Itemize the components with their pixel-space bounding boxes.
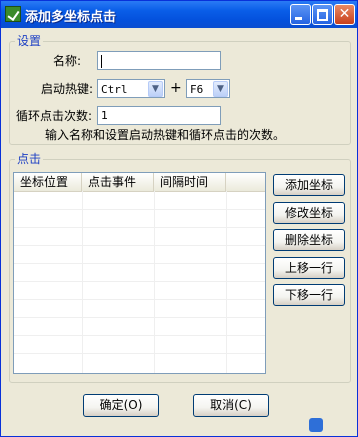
title-bar[interactable]: 添加多坐标点击 ✕ xyxy=(1,1,357,28)
grid-line xyxy=(14,299,265,300)
column-header-event[interactable]: 点击事件 xyxy=(82,173,154,191)
cancel-button[interactable]: 取消(C) xyxy=(193,394,269,417)
grid-line xyxy=(14,317,265,318)
column-header-interval[interactable]: 间隔时间 xyxy=(154,173,226,191)
settings-hint: 输入名称和设置启动热键和循环点击的次数。 xyxy=(45,128,286,142)
grid-line xyxy=(154,191,155,373)
grid-line xyxy=(14,281,265,282)
list-header: 坐标位置 点击事件 间隔时间 xyxy=(14,173,265,192)
grid-line xyxy=(82,191,83,373)
minimize-button[interactable] xyxy=(290,4,311,25)
grid-line xyxy=(14,335,265,336)
text-caret xyxy=(101,55,102,68)
hotkey-modifier-value: Ctrl xyxy=(101,83,128,96)
coordinate-list[interactable]: 坐标位置 点击事件 间隔时间 xyxy=(13,172,266,374)
plus-sign: + xyxy=(170,80,182,96)
window-title: 添加多坐标点击 xyxy=(25,10,117,25)
delete-coordinate-button[interactable]: 删除坐标 xyxy=(273,229,345,251)
hotkey-key-select[interactable]: F6 ▼ xyxy=(186,79,230,98)
app-icon xyxy=(5,6,21,22)
settings-legend: 设置 xyxy=(15,34,44,48)
loop-count-label: 循环点击次数: xyxy=(16,109,93,123)
hotkey-modifier-select[interactable]: Ctrl ▼ xyxy=(97,79,165,98)
minimize-icon xyxy=(295,17,302,20)
chevron-down-icon[interactable]: ▼ xyxy=(213,81,228,97)
loop-count-field[interactable]: 1 xyxy=(97,106,221,125)
dialog-window: 添加多坐标点击 ✕ 设置 名称: 启动热键: Ctrl ▼ + F6 ▼ 循环点… xyxy=(0,0,358,437)
grid-line xyxy=(14,227,265,228)
watermark-logo xyxy=(309,416,353,434)
grid-line xyxy=(14,263,265,264)
add-coordinate-button[interactable]: 添加坐标 xyxy=(273,174,345,196)
grid-line xyxy=(14,245,265,246)
grid-line xyxy=(14,353,265,354)
hotkey-key-value: F6 xyxy=(190,83,204,96)
move-down-button[interactable]: 下移一行 xyxy=(273,284,345,306)
close-button[interactable]: ✕ xyxy=(334,4,355,25)
maximize-icon xyxy=(317,9,328,21)
loop-count-value: 1 xyxy=(101,109,108,122)
move-up-button[interactable]: 上移一行 xyxy=(273,257,345,279)
watermark-logo-icon xyxy=(309,418,323,432)
hotkey-label: 启动热键: xyxy=(41,82,94,96)
close-icon: ✕ xyxy=(338,6,351,22)
grid-line xyxy=(226,191,227,373)
maximize-button[interactable] xyxy=(312,4,333,25)
column-header-position[interactable]: 坐标位置 xyxy=(14,173,82,191)
click-legend: 点击 xyxy=(15,152,44,166)
edit-coordinate-button[interactable]: 修改坐标 xyxy=(273,202,345,224)
name-label: 名称: xyxy=(53,54,82,68)
grid-line xyxy=(14,209,265,210)
name-field[interactable] xyxy=(97,51,221,70)
chevron-down-icon[interactable]: ▼ xyxy=(148,81,163,97)
ok-button[interactable]: 确定(O) xyxy=(83,394,159,417)
